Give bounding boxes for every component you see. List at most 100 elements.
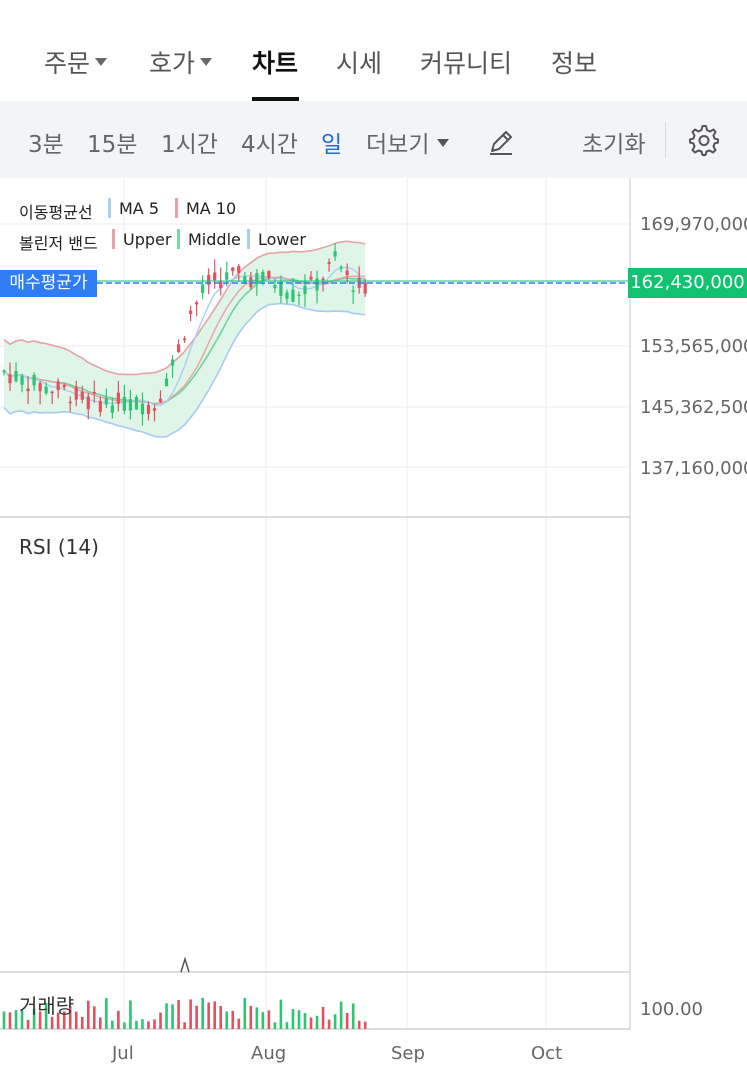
candle-body <box>116 392 120 404</box>
volume-bar <box>339 1001 343 1029</box>
volume-bar <box>207 1002 210 1029</box>
interval-1h[interactable]: 1시간 <box>161 125 218 159</box>
price-tick-4: 137,160,000 <box>640 458 747 479</box>
price-chart[interactable] <box>0 178 747 1080</box>
candle-body <box>291 289 295 302</box>
price-tick-3: 145,362,500 <box>640 397 747 418</box>
candle-body <box>38 383 42 392</box>
candle-body <box>68 401 72 404</box>
tab-community[interactable]: 커뮤니티 <box>420 44 512 80</box>
tab-order-label: 주문 <box>44 49 91 78</box>
candle-body <box>56 381 60 391</box>
candle-body <box>255 273 259 284</box>
candle-body <box>110 405 114 413</box>
volume-bar <box>177 1000 180 1029</box>
upper-swatch <box>112 229 115 249</box>
month-jul: Jul <box>112 1043 134 1064</box>
interval-3m[interactable]: 3분 <box>28 125 64 159</box>
volume-bar <box>2 1011 6 1029</box>
pencil-icon[interactable] <box>487 128 515 156</box>
tab-order[interactable]: 주문 <box>44 44 108 80</box>
volume-bar <box>117 1010 120 1029</box>
tab-orderbook[interactable]: 호가 <box>149 44 213 80</box>
volume-bar <box>243 998 247 1029</box>
tab-quote[interactable]: 시세 <box>336 44 382 80</box>
volume-bar <box>86 1000 90 1029</box>
candle-body <box>243 276 247 284</box>
candle-body <box>195 302 199 305</box>
candle-body <box>26 388 30 392</box>
candle-body <box>345 270 349 276</box>
volume-bar <box>74 1011 78 1029</box>
volume-bar <box>249 1005 253 1029</box>
candle-body <box>363 282 367 294</box>
candle-body <box>285 292 289 299</box>
candle-body <box>315 278 319 291</box>
candle-body <box>321 278 325 281</box>
volume-bar <box>219 1006 223 1029</box>
volume-bar <box>165 1003 168 1029</box>
tab-chart[interactable]: 차트 <box>252 44 298 80</box>
candle-body <box>32 374 36 386</box>
volume-bar <box>105 998 108 1029</box>
reset-button[interactable]: 초기화 <box>582 125 645 159</box>
volume-bar <box>80 1016 84 1029</box>
candle-body <box>128 399 133 411</box>
volume-bar <box>147 1021 150 1029</box>
volume-bar <box>357 1020 361 1029</box>
interval-15m[interactable]: 15분 <box>87 125 137 159</box>
volume-bar <box>285 1022 289 1029</box>
candle-body <box>44 386 48 394</box>
lower-swatch <box>247 229 250 249</box>
candle-body <box>201 284 205 293</box>
volume-bar <box>129 1000 132 1029</box>
candle-body <box>237 266 241 273</box>
candle-body <box>189 310 193 314</box>
more-button[interactable]: 더보기 <box>366 125 450 159</box>
candle-body <box>339 266 343 269</box>
candle-body <box>267 271 271 278</box>
ma10-legend: MA 10 <box>186 199 237 218</box>
month-sep: Sep <box>391 1043 425 1064</box>
tab-orderbook-label: 호가 <box>149 49 196 78</box>
volume-bar <box>171 1004 174 1029</box>
chart-toolbar: 3분 15분 1시간 4시간 일 더보기 초기화 <box>0 101 747 178</box>
chevron-down-icon <box>437 138 450 147</box>
avg-buy-price-label: 매수평균가 <box>0 270 97 297</box>
interval-4h[interactable]: 4시간 <box>241 125 298 159</box>
volume-bar <box>279 999 283 1029</box>
volume-bar <box>189 999 192 1029</box>
candle-body <box>14 371 18 382</box>
candle-body <box>50 391 54 394</box>
candle-body <box>146 404 151 415</box>
volume-bar <box>213 1001 216 1029</box>
volume-bar <box>327 1019 331 1029</box>
candle-body <box>231 267 235 272</box>
middle-swatch <box>177 229 180 249</box>
candle-body <box>134 397 139 410</box>
volume-bar <box>291 1009 295 1029</box>
volume-bar <box>111 1020 114 1029</box>
candle-body <box>164 378 169 387</box>
ma5-swatch <box>108 198 111 218</box>
tab-info[interactable]: 정보 <box>551 44 597 80</box>
candle-body <box>8 374 12 384</box>
volume-bar <box>309 1017 313 1029</box>
volume-bar <box>8 1012 12 1029</box>
volume-bar <box>273 1022 277 1029</box>
candle-body <box>80 391 84 400</box>
volume-label: 거래량 <box>19 994 75 1018</box>
volume-bar <box>267 1010 271 1029</box>
candle-body <box>351 290 355 292</box>
gear-icon[interactable] <box>686 123 720 157</box>
interval-day[interactable]: 일 <box>321 125 342 159</box>
top-tab-bar: 주문 호가 차트 시세 커뮤니티 정보 <box>0 0 747 102</box>
candle-body <box>98 400 102 412</box>
candle-body <box>20 375 24 385</box>
volume-bar <box>333 1014 337 1029</box>
rsi-label: RSI (14) <box>19 535 99 559</box>
volume-bar <box>183 1022 186 1029</box>
chevron-down-icon <box>200 58 213 66</box>
current-price-badge: 162,430,000 <box>628 268 747 298</box>
candle-body <box>122 396 126 411</box>
